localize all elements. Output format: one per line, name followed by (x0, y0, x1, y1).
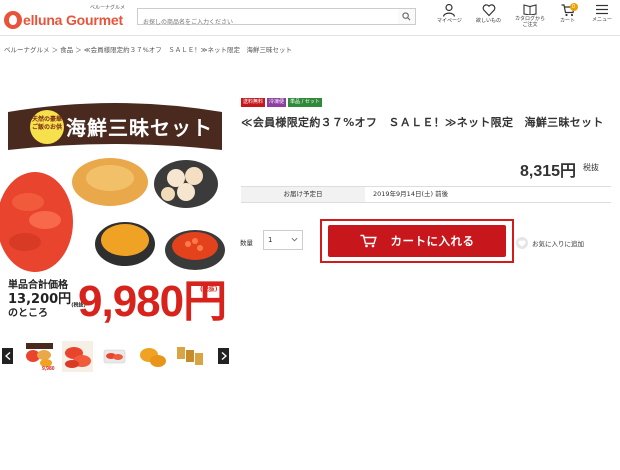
catalog-icon (523, 4, 537, 15)
svg-text:9,980: 9,980 (42, 366, 55, 372)
add-to-cart-button[interactable]: カートに入れる (328, 225, 506, 257)
delivery-label: お届け予定日 (241, 187, 365, 202)
image-tax-note: (税抜) (200, 286, 218, 293)
main-product-image[interactable]: 天然の豪華ご飯のお供 海鮮三昧セット 単品合計価格 13,200円(税抜) のと… (0, 102, 231, 330)
quantity-label: 数量 (240, 239, 253, 247)
thumbnail-mentaiko-image (62, 341, 93, 372)
product-title: ≪会員様限定約３７%オフ ＳＡＬＥ！≫ネット限定 海鮮三昧セット (241, 116, 604, 129)
search-button[interactable] (398, 8, 416, 25)
image-label-instead: のところ (8, 308, 48, 319)
chevron-down-icon (291, 237, 298, 242)
breadcrumb[interactable]: ベルーナグルメ ＞ 食品 ＞ ≪会員様限定約３７%オフ ＳＡＬＥ！≫ネット限定 … (4, 44, 292, 54)
nav-menu-label: メニュー (592, 17, 613, 23)
image-tag-circle: 天然の豪華ご飯のお供 (30, 110, 64, 144)
search-icon (402, 12, 411, 21)
thumbnail-packs-image (175, 341, 206, 372)
chevron-right-icon (221, 352, 227, 360)
image-label-total: 単品合計価格 (8, 280, 68, 291)
logo-subtitle: ベルーナグルメ (90, 5, 126, 11)
logo-mark-icon (4, 11, 22, 29)
favorite-label: お気に入りに追加 (532, 240, 584, 248)
logo-text-b: Gourmet (65, 12, 123, 28)
cart-icon (360, 234, 377, 248)
cart-count-badge: 0 (569, 3, 578, 11)
thumbnail-set-image: 9,980 (24, 341, 55, 372)
quantity-value: 1 (268, 236, 273, 244)
search-box (137, 8, 399, 30)
site-header: elluna Gourmet ベルーナグルメ マイページ 欲しいもの カタログか… (0, 0, 620, 36)
nav-cart[interactable]: 0 カート (560, 3, 578, 33)
chevron-left-icon (4, 352, 10, 360)
badge-frozen: 冷凍便 (267, 98, 287, 107)
add-to-favorites[interactable]: お気に入りに追加 (516, 237, 584, 249)
badge-free-shipping: 送料無料 (241, 98, 266, 107)
nav-cart-label: カート (560, 18, 576, 24)
add-to-cart-label: カートに入れる (390, 234, 475, 248)
nav-catalog-order[interactable]: カタログから ご注文 (515, 3, 545, 33)
menu-icon (596, 4, 608, 15)
site-logo[interactable]: elluna Gourmet ベルーナグルメ (4, 5, 126, 29)
badge-single-set: 単品 / セット (288, 98, 322, 107)
nav-wishlist-label: 欲しいもの (476, 18, 502, 24)
thumbnail-mentaiko-pack[interactable] (99, 341, 130, 372)
price-tax-label: 税抜 (583, 163, 599, 172)
heart-icon (482, 4, 495, 17)
thumbnail-uni-image (137, 341, 168, 372)
heart-icon (516, 237, 528, 249)
delivery-row: お届け予定日 2019年9月14日(土) 前後 (241, 186, 611, 203)
user-icon (443, 3, 456, 17)
thumbnail-uni[interactable] (137, 341, 168, 372)
delivery-date: 2019年9月14日(土) 前後 (373, 190, 449, 198)
thumb-next-button[interactable] (218, 348, 229, 364)
cart-button-highlight: カートに入れる (320, 219, 514, 263)
thumbnail-mentaiko[interactable] (62, 341, 93, 372)
nav-catalog-label: カタログから ご注文 (515, 16, 546, 28)
nav-wishlist[interactable]: 欲しいもの (476, 3, 501, 33)
quantity-select[interactable]: 1 (263, 230, 303, 250)
nav-mypage-label: マイページ (437, 18, 462, 24)
image-set-title: 海鮮三昧セット (66, 116, 213, 140)
search-input[interactable] (138, 15, 398, 30)
nav-menu[interactable]: メニュー (592, 3, 612, 33)
nav-mypage[interactable]: マイページ (437, 3, 462, 33)
logo-text-a: elluna (23, 12, 63, 28)
thumb-prev-button[interactable] (2, 348, 13, 364)
thumbnail-packs[interactable] (175, 341, 206, 372)
thumbnail-mentaiko-pack-image (99, 341, 130, 372)
thumbnail-set[interactable]: 9,980 (24, 341, 55, 372)
product-price: 8,315円 (520, 163, 577, 180)
product-badges: 送料無料 冷凍便 単品 / セット (241, 98, 322, 107)
